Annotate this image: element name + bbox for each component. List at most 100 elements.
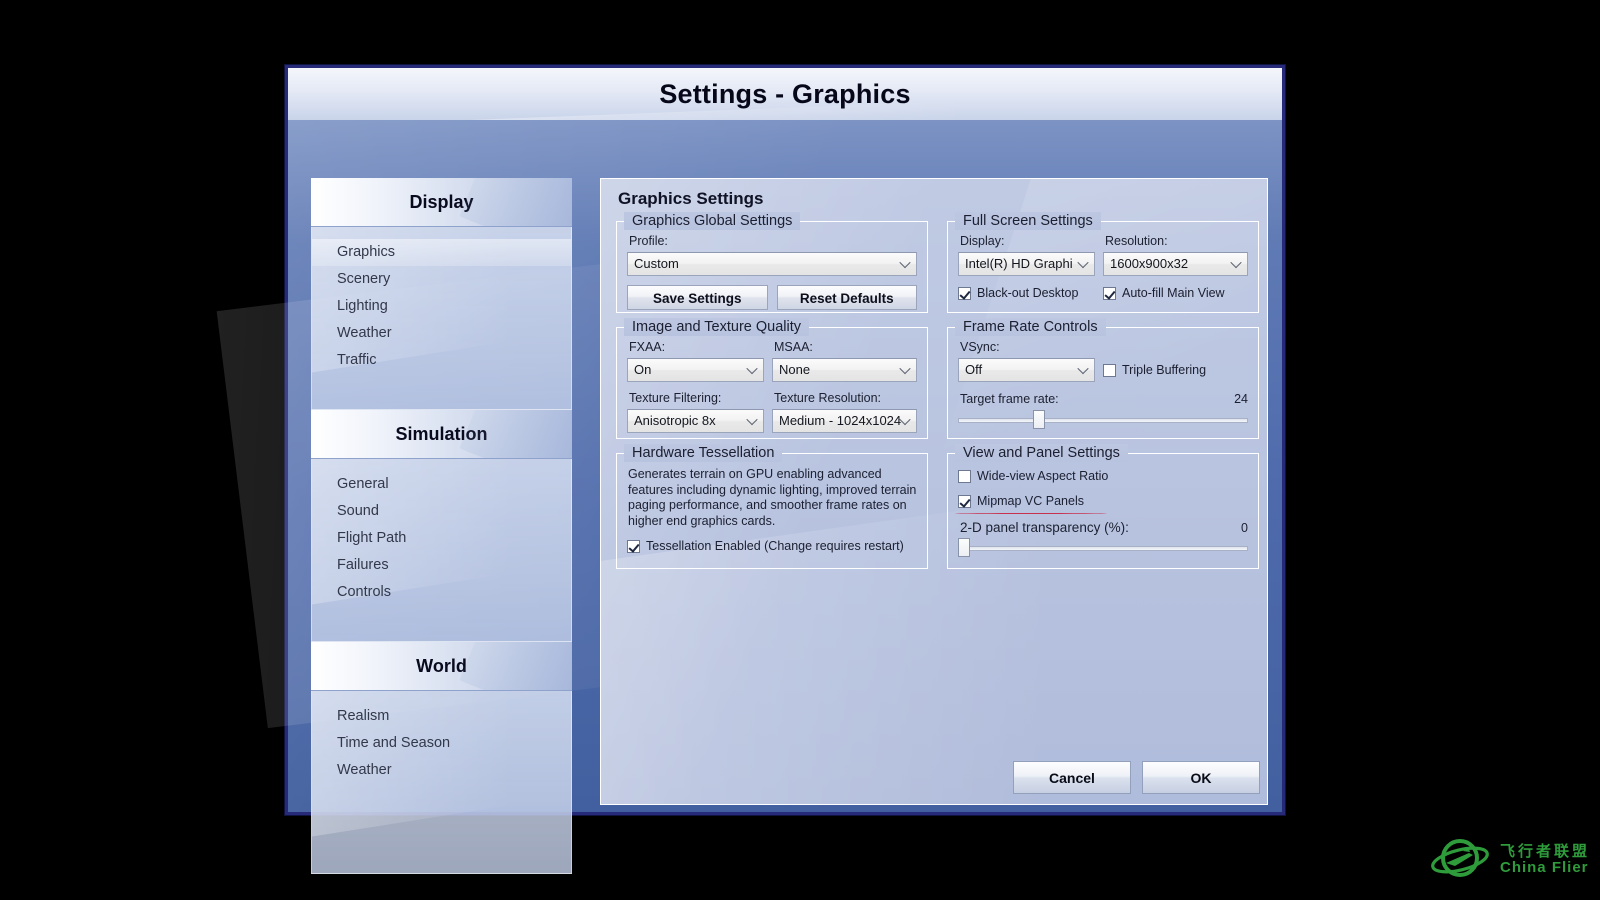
chevron-down-icon xyxy=(1230,253,1242,275)
sidebar-item-realism[interactable]: Realism xyxy=(312,703,571,730)
filtering-resolution-row: Texture Filtering: Anisotropic 8x Textur… xyxy=(627,391,917,433)
texture-resolution-field: Texture Resolution: Medium - 1024x1024 xyxy=(772,391,917,433)
sidebar-item-weather-world[interactable]: Weather xyxy=(312,757,571,784)
autofill-main-view-checkbox[interactable]: Auto-fill Main View xyxy=(1103,285,1248,301)
mipmap-vc-panels-checkbox[interactable]: Mipmap VC Panels xyxy=(958,493,1248,509)
blackout-desktop-checkbox[interactable]: Black-out Desktop xyxy=(958,285,1095,301)
chevron-down-icon xyxy=(899,359,911,381)
autofill-main-view-label: Auto-fill Main View xyxy=(1122,285,1225,301)
transparency-value: 0 xyxy=(1241,521,1248,535)
fxaa-select[interactable]: On xyxy=(627,358,764,382)
blackout-field: Black-out Desktop xyxy=(958,285,1103,301)
profile-label: Profile: xyxy=(629,234,917,249)
slider-thumb[interactable] xyxy=(958,538,970,557)
dialog-body: Display Graphics Scenery Lighting Weathe… xyxy=(288,120,1282,812)
texture-resolution-select[interactable]: Medium - 1024x1024 xyxy=(772,409,917,433)
sidebar-list-world: Realism Time and Season Weather xyxy=(311,691,572,874)
fxaa-label: FXAA: xyxy=(629,340,764,355)
sidebar-item-time-and-season[interactable]: Time and Season xyxy=(312,730,571,757)
fs-resolution-label: Resolution: xyxy=(1105,234,1248,249)
cancel-button[interactable]: Cancel xyxy=(1013,761,1131,794)
graphics-settings-panel: Graphics Settings Graphics Global Settin… xyxy=(600,178,1268,805)
msaa-select[interactable]: None xyxy=(772,358,917,382)
profile-select[interactable]: Custom xyxy=(627,252,917,276)
target-frame-rate-row: Target frame rate: 24 xyxy=(958,392,1248,407)
watermark: 飞行者联盟 China Flier xyxy=(1429,832,1590,888)
settings-column-left: Graphics Global Settings Profile: Custom… xyxy=(616,221,928,583)
checkmark-icon xyxy=(627,540,640,553)
msaa-label: MSAA: xyxy=(774,340,917,355)
texture-resolution-value: Medium - 1024x1024 xyxy=(779,413,901,428)
group-title-full-screen: Full Screen Settings xyxy=(957,211,1099,231)
sidebar-item-graphics[interactable]: Graphics xyxy=(312,239,571,266)
save-settings-button[interactable]: Save Settings xyxy=(627,285,768,310)
chevron-down-icon xyxy=(746,359,758,381)
sidebar-item-failures[interactable]: Failures xyxy=(312,552,571,579)
dialog-titlebar: Settings - Graphics xyxy=(288,68,1282,120)
china-flier-logo-icon xyxy=(1429,832,1491,888)
target-frame-rate-slider[interactable] xyxy=(958,414,1248,426)
vsync-field: Off xyxy=(958,358,1103,382)
transparency-slider[interactable] xyxy=(958,542,1248,554)
group-title-graphics-global: Graphics Global Settings xyxy=(626,211,798,231)
watermark-en: China Flier xyxy=(1500,860,1590,876)
mipmap-vc-panels-label: Mipmap VC Panels xyxy=(977,493,1084,509)
sidebar-item-flight-path[interactable]: Flight Path xyxy=(312,525,571,552)
group-frame-rate-controls: Frame Rate Controls VSync: Off xyxy=(947,327,1259,439)
reset-defaults-button[interactable]: Reset Defaults xyxy=(777,285,918,310)
sidebar-item-lighting[interactable]: Lighting xyxy=(312,293,571,320)
checkmark-icon xyxy=(958,495,971,508)
group-image-texture-quality: Image and Texture Quality FXAA: On MSAA xyxy=(616,327,928,439)
wide-view-aspect-ratio-label: Wide-view Aspect Ratio xyxy=(977,468,1108,484)
display-field: Display: Intel(R) HD Graphi xyxy=(958,234,1103,276)
fullscreen-checkbox-row: Black-out Desktop Auto-fill Main View xyxy=(958,285,1248,301)
transparency-label: 2-D panel transparency (%): xyxy=(960,520,1129,535)
watermark-cn: 飞行者联盟 xyxy=(1500,844,1590,860)
group-title-frame-rate: Frame Rate Controls xyxy=(957,317,1104,337)
vsync-label: VSync: xyxy=(960,340,1248,355)
settings-column-right: Full Screen Settings Display: Intel(R) H… xyxy=(947,221,1259,583)
sidebar-item-controls[interactable]: Controls xyxy=(312,579,571,606)
vsync-value: Off xyxy=(965,362,982,377)
texture-filtering-label: Texture Filtering: xyxy=(629,391,764,406)
fs-resolution-field: Resolution: 1600x900x32 xyxy=(1103,234,1248,276)
slider-thumb[interactable] xyxy=(1033,410,1045,429)
sidebar-item-weather[interactable]: Weather xyxy=(312,320,571,347)
group-title-view-panel: View and Panel Settings xyxy=(957,443,1126,463)
msaa-value: None xyxy=(779,362,810,377)
texture-filtering-select[interactable]: Anisotropic 8x xyxy=(627,409,764,433)
content-heading: Graphics Settings xyxy=(618,189,1267,209)
wide-view-aspect-ratio-checkbox[interactable]: Wide-view Aspect Ratio xyxy=(958,468,1248,484)
slider-track xyxy=(958,418,1248,423)
fs-resolution-value: 1600x900x32 xyxy=(1110,256,1188,271)
target-frame-rate-value: 24 xyxy=(1234,392,1248,406)
checkbox-icon xyxy=(958,470,971,483)
triple-buffering-checkbox[interactable]: Triple Buffering xyxy=(1103,362,1248,378)
chevron-down-icon xyxy=(746,410,758,432)
chevron-down-icon xyxy=(1077,359,1089,381)
ok-button[interactable]: OK xyxy=(1142,761,1260,794)
vsync-row: Off Triple Buffering xyxy=(958,358,1248,382)
tessellation-enabled-label: Tessellation Enabled (Change requires re… xyxy=(646,538,904,554)
slider-track xyxy=(958,546,1248,551)
blackout-desktop-label: Black-out Desktop xyxy=(977,285,1078,301)
sidebar-item-traffic[interactable]: Traffic xyxy=(312,347,571,374)
fs-resolution-select[interactable]: 1600x900x32 xyxy=(1103,252,1248,276)
display-select[interactable]: Intel(R) HD Graphi xyxy=(958,252,1095,276)
sidebar-item-general[interactable]: General xyxy=(312,471,571,498)
texture-filtering-value: Anisotropic 8x xyxy=(634,413,716,428)
vsync-select[interactable]: Off xyxy=(958,358,1095,382)
sidebar-list-simulation: General Sound Flight Path Failures Contr… xyxy=(311,459,572,642)
sidebar-item-sound[interactable]: Sound xyxy=(312,498,571,525)
global-button-row: Save Settings Reset Defaults xyxy=(627,285,917,310)
display-value: Intel(R) HD Graphi xyxy=(965,256,1073,271)
group-view-panel-settings: View and Panel Settings Wide-view Aspect… xyxy=(947,453,1259,569)
sidebar: Display Graphics Scenery Lighting Weathe… xyxy=(311,178,572,874)
sidebar-item-scenery[interactable]: Scenery xyxy=(312,266,571,293)
sidebar-header-display: Display xyxy=(311,178,572,227)
triple-buffering-field: Triple Buffering xyxy=(1103,358,1248,382)
fxaa-value: On xyxy=(634,362,651,377)
tessellation-enabled-checkbox[interactable]: Tessellation Enabled (Change requires re… xyxy=(627,538,917,554)
target-frame-rate-label: Target frame rate: xyxy=(960,392,1059,407)
fxaa-field: FXAA: On xyxy=(627,340,772,382)
